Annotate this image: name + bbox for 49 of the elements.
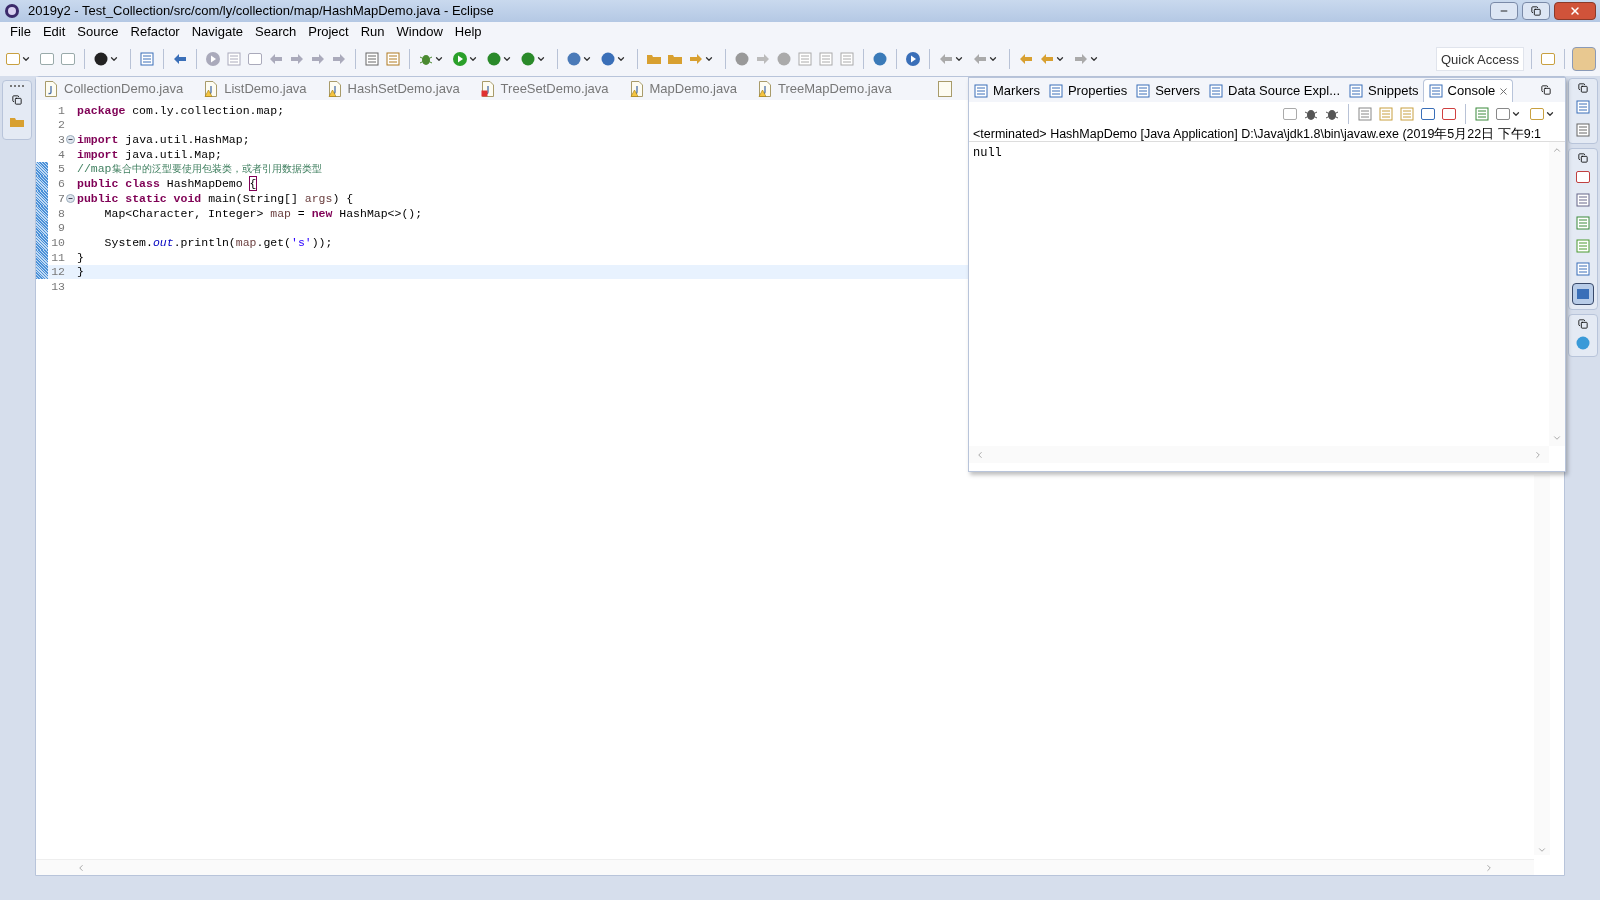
line-number: 10 xyxy=(50,234,65,251)
menu-item[interactable]: Navigate xyxy=(185,22,249,42)
view-tab[interactable]: Data Source Expl... xyxy=(1204,79,1343,102)
view-tab[interactable]: Snippets xyxy=(1344,79,1422,102)
code-line: import java.util.HashMap; xyxy=(77,132,250,149)
line-number: 1 xyxy=(57,102,65,119)
menu-item[interactable]: Help xyxy=(448,22,488,42)
code-line: } xyxy=(77,249,84,266)
line-number: 4 xyxy=(57,146,65,163)
menu-item[interactable]: Source xyxy=(71,22,125,42)
editor-tab[interactable]: ListDemo.java xyxy=(196,78,315,100)
line-number: 9 xyxy=(57,220,65,237)
line-number: 8 xyxy=(57,205,65,222)
line-number: 2 xyxy=(57,117,65,134)
code-line: package com.ly.collection.map; xyxy=(77,102,285,119)
editor-tab[interactable]: HashSetDemo.java xyxy=(319,78,468,100)
menu-item[interactable]: Refactor xyxy=(124,22,186,42)
editor-tab[interactable]: CollectionDemo.java xyxy=(36,78,192,100)
code-line: //map集合中的泛型要使用包装类，或者引用数据类型 xyxy=(77,161,322,178)
view-tab[interactable]: Servers xyxy=(1131,79,1203,102)
line-number: 13 xyxy=(50,278,65,295)
line-number: 11 xyxy=(50,249,65,266)
code-line: System.out.println(map.get('s')); xyxy=(103,234,333,251)
editor-tab[interactable]: TreeSetDemo.java xyxy=(472,78,617,100)
view-tab[interactable]: Properties xyxy=(1043,79,1131,102)
console-output: null xyxy=(973,145,1003,162)
menu-item[interactable]: Run xyxy=(354,22,391,42)
console-header: <terminated> HashMapDemo [Java Application] D:\Java\jdk1.8\bin\javaw.exe (2019年5月22日 下午9:1 xyxy=(969,125,1565,142)
code-line: public static void main(String[] args) { xyxy=(77,190,354,207)
menu-item[interactable]: Search xyxy=(249,22,303,42)
editor-tab[interactable]: TreeMapDemo.java xyxy=(749,78,900,100)
view-tab[interactable]: Console xyxy=(1422,79,1514,102)
code-line: } xyxy=(77,264,84,281)
menu-item[interactable]: Edit xyxy=(36,22,72,42)
menu-item[interactable]: Window xyxy=(390,22,449,42)
line-number: 12 xyxy=(50,264,65,281)
line-number: 7 xyxy=(57,190,65,207)
line-number: 3 xyxy=(57,132,65,149)
line-number: 6 xyxy=(57,176,65,193)
menu-item[interactable]: Project xyxy=(302,22,355,42)
code-line: public class HashMapDemo { xyxy=(77,176,257,193)
window-title: 2019y2 - Test_Collection/src/com/ly/collection/map/HashMapDemo.java - Eclipse xyxy=(28,2,494,21)
view-tab[interactable]: Markers xyxy=(969,79,1043,102)
menu-item[interactable]: File xyxy=(4,22,37,42)
code-line: Map<Character, Integer> map = new HashMap<>(); xyxy=(103,205,423,222)
line-number: 5 xyxy=(57,161,65,178)
quick-access-field[interactable]: Quick Access xyxy=(1436,47,1524,71)
editor-tab[interactable]: MapDemo.java xyxy=(621,78,745,100)
code-line: import java.util.Map; xyxy=(77,146,222,163)
